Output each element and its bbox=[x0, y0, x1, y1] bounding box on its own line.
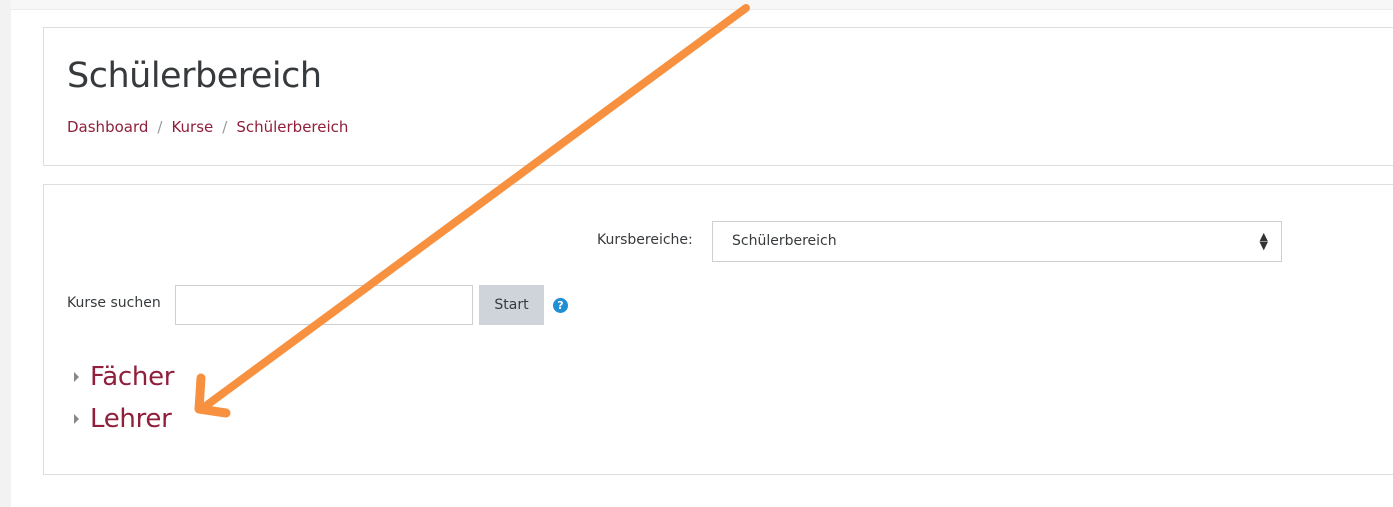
course-search-input[interactable] bbox=[175, 285, 473, 325]
search-label: Kurse suchen bbox=[67, 295, 161, 311]
caret-right-icon bbox=[74, 414, 79, 424]
top-navbar-edge bbox=[11, 0, 1393, 10]
category-select-label: Kursbereiche: bbox=[597, 232, 693, 248]
category-select[interactable]: Schülerbereich ▲ ▼ bbox=[712, 221, 1282, 262]
search-start-button[interactable]: Start bbox=[479, 285, 544, 325]
page-header: Schülerbereich Dashboard / Kurse / Schül… bbox=[43, 27, 1393, 166]
page-title: Schülerbereich bbox=[67, 56, 322, 96]
caret-right-icon bbox=[74, 372, 79, 382]
category-name: Lehrer bbox=[90, 404, 172, 434]
breadcrumb-separator: / bbox=[157, 118, 163, 136]
breadcrumb: Dashboard / Kurse / Schülerbereich bbox=[67, 118, 348, 136]
breadcrumb-schuelerbereich[interactable]: Schülerbereich bbox=[236, 118, 348, 136]
breadcrumb-separator: / bbox=[222, 118, 228, 136]
left-rail bbox=[0, 0, 11, 507]
question-circle-icon[interactable]: ? bbox=[553, 298, 568, 313]
category-lehrer[interactable]: Lehrer bbox=[74, 404, 172, 434]
category-faecher[interactable]: Fächer bbox=[74, 362, 174, 392]
course-category-panel: Kursbereiche: Schülerbereich ▲ ▼ Kurse su… bbox=[43, 184, 1393, 475]
category-select-value: Schülerbereich bbox=[732, 233, 837, 249]
breadcrumb-dashboard[interactable]: Dashboard bbox=[67, 118, 148, 136]
category-name: Fächer bbox=[90, 362, 175, 392]
select-arrows-icon: ▲ ▼ bbox=[1259, 230, 1268, 252]
breadcrumb-kurse[interactable]: Kurse bbox=[171, 118, 213, 136]
